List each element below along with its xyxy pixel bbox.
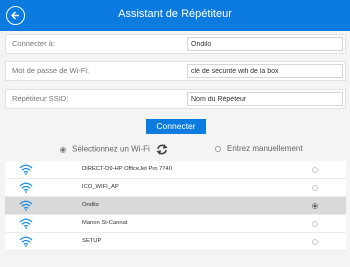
network-name: Manon St-Cannat [82, 220, 128, 226]
network-row[interactable]: Manon St-Cannat [5, 215, 346, 233]
connect-to-row: Connecter à: [5, 34, 346, 54]
wifi-signal-icon [19, 182, 33, 193]
repeater-ssid-field[interactable] [187, 92, 343, 106]
refresh-icon[interactable] [156, 144, 168, 155]
page-title: Assistant de Répétiteur [118, 8, 232, 20]
manual-label: Entrez manuellement [227, 144, 303, 153]
mode-select-wifi[interactable]: Sélectionnez un Wi-Fi [60, 144, 168, 155]
manual-radio[interactable] [215, 145, 221, 152]
wifi-password-field[interactable] [187, 64, 343, 78]
network-radio[interactable] [312, 185, 318, 191]
wifi-signal-icon [19, 236, 33, 247]
wifi-signal-icon [19, 200, 33, 211]
wifi-password-row: Mot de passe de Wi-Fi: [5, 61, 346, 81]
select-wifi-label: Sélectionnez un Wi-Fi [72, 144, 150, 154]
network-name: Ondilo [82, 202, 99, 208]
network-radio[interactable] [312, 221, 318, 227]
network-name: ICO_WIFI_AP [82, 184, 119, 190]
network-name: DIRECT-D9-HP OfficeJet Pro 7740 [82, 166, 172, 172]
wifi-password-label: Mot de passe de Wi-Fi: [12, 66, 90, 75]
network-radio[interactable] [312, 203, 318, 209]
network-name: SETUP [82, 238, 102, 244]
network-list: DIRECT-D9-HP OfficeJet Pro 7740 ICO_WIFI_… [5, 161, 346, 251]
app-header: Assistant de Répétiteur [0, 0, 350, 31]
network-row[interactable]: DIRECT-D9-HP OfficeJet Pro 7740 [5, 161, 346, 179]
network-row[interactable]: SETUP [5, 233, 346, 251]
network-row[interactable]: Ondilo [5, 197, 346, 215]
mode-manual[interactable]: Entrez manuellement [215, 144, 303, 153]
connect-button[interactable]: Connecter [146, 119, 206, 134]
connect-to-field[interactable] [187, 37, 343, 51]
wifi-signal-icon [19, 164, 33, 175]
network-radio[interactable] [312, 167, 318, 173]
network-row[interactable]: ICO_WIFI_AP [5, 179, 346, 197]
connect-to-label: Connecter à: [12, 39, 55, 48]
repeater-ssid-label: Répétiteur SSID: [12, 94, 69, 103]
network-radio[interactable] [312, 239, 318, 245]
wifi-signal-icon [19, 218, 33, 229]
select-wifi-radio[interactable] [60, 146, 66, 153]
repeater-ssid-row: Répétiteur SSID: [5, 89, 346, 109]
